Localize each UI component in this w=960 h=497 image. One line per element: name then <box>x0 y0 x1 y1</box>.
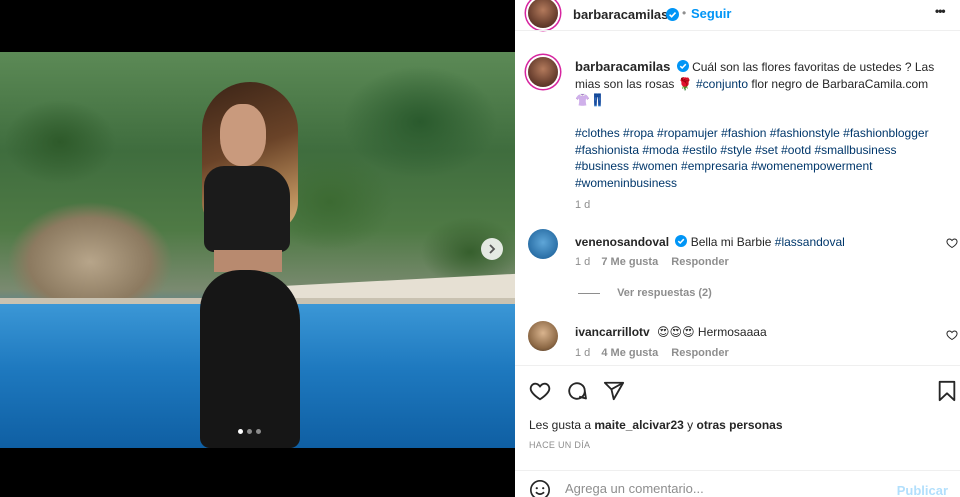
likes-others[interactable]: otras personas <box>696 418 782 432</box>
more-icon: ••• <box>935 4 946 18</box>
comment-likes[interactable]: 4 Me gusta <box>601 347 658 359</box>
caption-hashtags[interactable]: #clothes #ropa #ropamujer #fashion #fash… <box>575 126 929 190</box>
comment-likes[interactable]: 7 Me gusta <box>601 256 658 268</box>
share-icon <box>603 381 625 401</box>
photo-face <box>220 104 266 166</box>
emoji-button[interactable] <box>529 479 551 497</box>
comment-reply-button[interactable]: Responder <box>671 256 728 268</box>
carousel-next-button[interactable] <box>481 238 503 260</box>
replies-line <box>578 292 600 294</box>
photo-pants <box>200 270 300 448</box>
comment-time[interactable]: 1 d <box>575 256 590 268</box>
publish-button[interactable]: Publicar <box>897 483 948 497</box>
add-comment-bar: Publicar <box>515 470 960 497</box>
more-options-button[interactable]: ••• <box>935 4 946 18</box>
post-media <box>0 0 515 497</box>
bookmark-icon <box>938 380 956 402</box>
post-time[interactable]: HACE UN DÍA <box>529 440 590 450</box>
comment-reply-button[interactable]: Responder <box>671 347 728 359</box>
author-avatar[interactable] <box>528 0 558 28</box>
likes-line: Les gusta a maite_alcivar23 y otras pers… <box>529 418 783 432</box>
post-photo[interactable] <box>0 52 515 448</box>
caption-author-username[interactable]: barbaracamilas <box>575 59 670 74</box>
hashtag-link[interactable]: #conjunto <box>696 77 748 91</box>
post-side-panel: barbaracamilas • Seguir ••• barbaracamil… <box>515 0 960 497</box>
post-header: barbaracamilas • Seguir ••• <box>515 0 960 30</box>
comment-mention[interactable]: #lassandoval <box>775 235 845 249</box>
comment-avatar[interactable] <box>528 321 558 351</box>
photo-person <box>190 82 320 448</box>
photo-midriff <box>214 250 282 272</box>
comment-button[interactable] <box>565 379 589 403</box>
emoji-icon <box>530 480 550 497</box>
view-replies-label: Ver respuestas (2) <box>617 287 712 299</box>
comment-meta: 1 d 7 Me gusta Responder <box>575 256 729 268</box>
save-button[interactable] <box>935 379 959 403</box>
comment-author[interactable]: venenosandoval <box>575 235 669 249</box>
comment-item: venenosandoval Bella mi Barbie #lassando… <box>515 229 960 279</box>
verified-badge-icon <box>666 8 679 24</box>
heart-icon <box>946 238 958 249</box>
comments-area[interactable]: barbaracamilas Cuál son las flores favor… <box>515 30 960 380</box>
comment-text: Bella mi Barbie <box>690 235 772 249</box>
comment-input[interactable] <box>565 481 885 496</box>
heart-icon <box>529 382 551 401</box>
caption-author-avatar[interactable] <box>528 57 558 87</box>
comment-time[interactable]: 1 d <box>575 347 590 359</box>
heart-icon <box>946 330 958 341</box>
photo-top <box>204 166 290 252</box>
carousel-dot <box>256 429 261 434</box>
caption-time[interactable]: 1 d <box>575 197 940 214</box>
author-username[interactable]: barbaracamilas <box>573 7 668 22</box>
comment-text: 😍😍😍 Hermosaaaa <box>657 325 767 339</box>
comment-body: ivancarrillotv 😍😍😍 Hermosaaaa <box>575 325 767 339</box>
comment-like-button[interactable] <box>946 329 958 344</box>
comment-author[interactable]: ivancarrillotv <box>575 325 650 339</box>
carousel-indicator <box>238 429 261 434</box>
caption: barbaracamilas Cuál son las flores favor… <box>575 59 940 214</box>
verified-badge-icon <box>675 235 688 247</box>
follow-button[interactable]: Seguir <box>691 6 731 21</box>
carousel-dot-active <box>238 429 243 434</box>
comment-icon <box>568 382 587 400</box>
likes-prefix: Les gusta a <box>529 418 592 432</box>
comment-like-button[interactable] <box>946 237 958 252</box>
likes-user[interactable]: maite_alcivar23 <box>594 418 683 432</box>
caption-verified-badge-icon <box>676 60 689 72</box>
like-button[interactable] <box>528 379 552 403</box>
likes-middle: y <box>687 418 694 432</box>
chevron-right-icon <box>489 244 496 254</box>
comment-item: ivancarrillotv 😍😍😍 Hermosaaaa 1 d 4 Me g… <box>515 321 960 371</box>
carousel-dot <box>247 429 252 434</box>
comment-body: venenosandoval Bella mi Barbie #lassando… <box>575 235 845 249</box>
comment-avatar[interactable] <box>528 229 558 259</box>
header-separator: • <box>682 6 687 20</box>
share-button[interactable] <box>602 379 626 403</box>
view-replies-button[interactable]: Ver respuestas (2) <box>578 287 712 299</box>
comment-meta: 1 d 4 Me gusta Responder <box>575 347 729 359</box>
